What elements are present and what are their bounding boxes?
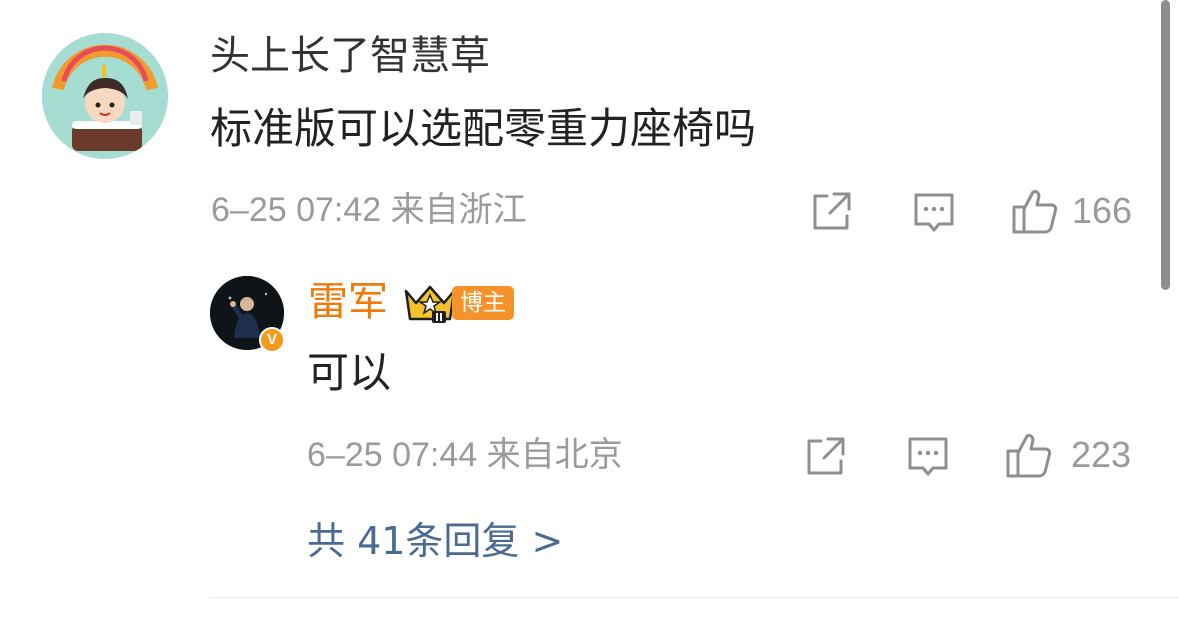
comment-icon[interactable] [912,191,956,235]
thumbs-up-icon[interactable] [1011,187,1059,235]
share-icon[interactable] [810,189,854,233]
thumbs-up-icon[interactable] [1005,431,1053,479]
view-all-replies-link[interactable]: 共 41条回复 > [307,516,563,566]
scrollbar[interactable] [1161,0,1170,290]
reply-text: 可以 [307,348,392,397]
divider [210,597,1179,598]
share-icon[interactable] [804,434,848,478]
verified-badge: V [259,327,285,353]
comment-meta: 6–25 07:42 来自浙江 [211,191,527,229]
blogger-badge: 博主 [452,286,514,320]
comment-like-count: 166 [1072,190,1133,231]
comment-text: 标准版可以选配零重力座椅吗 [210,104,757,153]
reply-like-count: 223 [1071,434,1132,475]
reply-meta: 6–25 07:44 来自北京 [307,436,623,474]
comment-icon[interactable] [906,435,950,479]
commenter-username[interactable]: 头上长了智慧草 [210,30,490,82]
commenter-avatar[interactable] [42,33,168,159]
reply-username[interactable]: 雷军 [308,276,388,328]
